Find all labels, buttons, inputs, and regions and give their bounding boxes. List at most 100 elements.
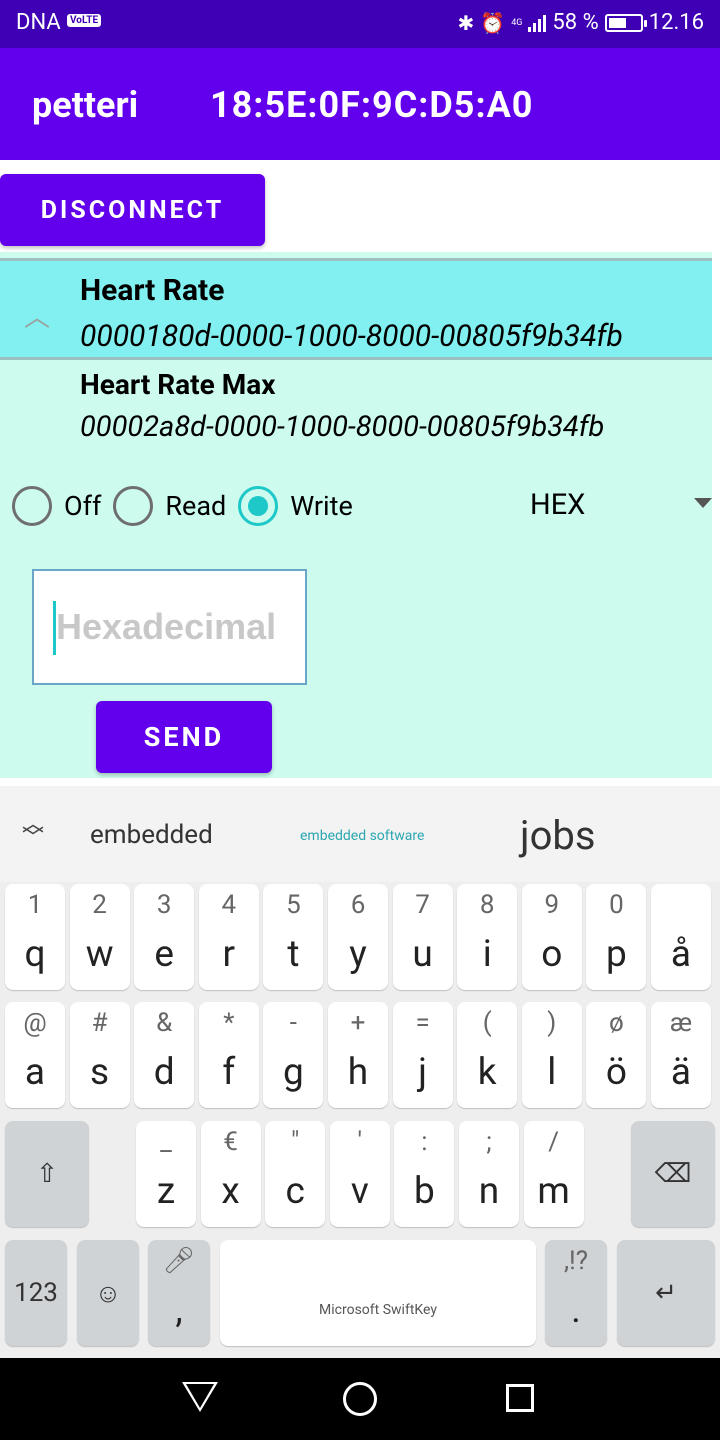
key-alt-label: = — [415, 1008, 430, 1038]
suggestion-item[interactable]: embedded software — [300, 828, 424, 844]
key-a[interactable]: @ a — [5, 1002, 65, 1108]
key-label: y — [349, 933, 367, 976]
dropdown-arrow-icon[interactable] — [694, 498, 712, 508]
hex-value-field[interactable] — [32, 569, 307, 685]
key-alt-label: 8 — [479, 890, 495, 920]
back-icon[interactable] — [182, 1382, 218, 1412]
chevron-up-icon[interactable]: ︿ — [24, 297, 50, 334]
key-label: o — [541, 933, 563, 976]
service-name: Heart Rate — [80, 273, 225, 308]
clock: 12.16 — [648, 10, 704, 35]
key-å[interactable]: å — [651, 884, 711, 990]
key-label: c — [285, 1170, 305, 1213]
key-n[interactable]: ; n — [459, 1121, 519, 1227]
key-alt-label: * — [223, 1008, 235, 1038]
characteristic-name: Heart Rate Max — [80, 368, 276, 401]
enter-icon: ↵ — [655, 1278, 677, 1308]
key-alt-label: 9 — [544, 890, 560, 920]
expand-toolbar-icon[interactable]: ︿ ﹀ — [22, 814, 44, 850]
key-alt-label: & — [156, 1008, 173, 1038]
gatt-panel: ︿ Heart Rate 0000180d-0000-1000-8000-008… — [0, 252, 712, 778]
key-label: m — [537, 1170, 570, 1213]
key-m[interactable]: / m — [523, 1121, 584, 1227]
key-h[interactable]: + h — [328, 1002, 388, 1108]
radio-write[interactable]: Write — [238, 486, 353, 526]
key-x[interactable]: € x — [200, 1121, 261, 1227]
key-ö[interactable]: øö — [586, 1002, 647, 1108]
key-alt-label: ; — [486, 1127, 492, 1157]
space-key[interactable]: Microsoft SwiftKey — [220, 1240, 536, 1346]
key-alt-label: 5 — [286, 890, 301, 920]
alarm-icon: ⏰ — [480, 10, 506, 35]
text-cursor — [53, 601, 56, 655]
key-label: r — [222, 933, 236, 976]
disconnect-button[interactable]: DISCONNECT — [0, 174, 265, 246]
key-label: x — [221, 1170, 240, 1213]
key-alt-label: æ — [670, 1008, 692, 1038]
key-o[interactable]: 9o — [521, 884, 582, 990]
hex-value-input[interactable] — [34, 571, 305, 683]
key-label: v — [350, 1170, 369, 1213]
service-header[interactable]: ︿ Heart Rate 0000180d-0000-1000-8000-008… — [0, 258, 712, 360]
key-w[interactable]: 2w — [69, 884, 130, 990]
key-alt-label: 3 — [156, 890, 172, 920]
format-select[interactable]: HEX — [530, 488, 712, 528]
key-alt-label: # — [91, 1008, 108, 1038]
key-label: s — [90, 1051, 110, 1094]
mode-radio-group: Off Read Write — [12, 484, 365, 528]
key-i[interactable]: 8i — [457, 884, 518, 990]
characteristic-uuid: 00002a8d-0000-1000-8000-00805f9b34fb — [80, 410, 605, 444]
key-g[interactable]: -g — [263, 1002, 324, 1108]
key-label: ö — [605, 1051, 627, 1094]
key-r[interactable]: 4r — [198, 884, 259, 990]
key-u[interactable]: 7u — [392, 884, 453, 990]
key-label: j — [418, 1051, 428, 1094]
battery-icon — [604, 13, 647, 32]
send-button[interactable]: SEND — [96, 701, 272, 773]
key-z[interactable]: _ z — [136, 1121, 196, 1227]
key-alt-label: ) — [547, 1008, 557, 1038]
radio-button-icon[interactable] — [12, 486, 52, 526]
suggestion-item[interactable]: embedded — [90, 820, 213, 850]
key-s[interactable]: # s — [69, 1002, 130, 1108]
key-v[interactable]: ' v — [329, 1121, 390, 1227]
radio-button-icon[interactable] — [238, 486, 279, 526]
radio-read[interactable]: Read — [113, 486, 226, 526]
key-alt-label: 7 — [415, 890, 430, 920]
numbers-key[interactable]: 123 — [5, 1240, 67, 1346]
key-l[interactable]: ) l — [521, 1002, 582, 1108]
volte-badge: VoLTE — [67, 14, 102, 27]
key-c[interactable]: " c — [265, 1121, 326, 1227]
key-label: t — [287, 933, 300, 976]
key-d[interactable]: & d — [134, 1002, 195, 1108]
key-q[interactable]: 1q — [5, 884, 65, 990]
key-b[interactable]: :b — [394, 1121, 455, 1227]
key-e[interactable]: 3e — [134, 884, 195, 990]
suggestion-item[interactable]: jobs — [520, 812, 596, 859]
key-y[interactable]: 6y — [328, 884, 388, 990]
enter-key[interactable]: ↵ — [617, 1240, 715, 1346]
key-t[interactable]: 5t — [263, 884, 324, 990]
key-j[interactable]: = j — [392, 1002, 453, 1108]
home-icon[interactable] — [343, 1382, 377, 1416]
key-ä[interactable]: æä — [651, 1002, 711, 1108]
shift-key[interactable]: ⇧ — [5, 1121, 89, 1227]
key-f[interactable]: * f — [198, 1002, 259, 1108]
key-alt-label: @ — [23, 1008, 47, 1038]
radio-off[interactable]: Off — [12, 486, 101, 526]
backspace-key[interactable]: ⌫ — [631, 1121, 715, 1227]
recent-apps-icon[interactable] — [506, 1384, 534, 1412]
key-k[interactable]: (k — [457, 1002, 518, 1108]
key-p[interactable]: 0p — [586, 884, 647, 990]
service-uuid: 0000180d-0000-1000-8000-00805f9b34fb — [80, 319, 623, 354]
suggestion-bar: ︿ ﹀ embedded embedded software jobs — [0, 786, 720, 882]
emoji-key[interactable]: ☺ — [77, 1240, 139, 1346]
period-key[interactable]: ,!? . — [545, 1240, 607, 1346]
status-icons: ✱ ⏰ 4G 58 % 12.16 — [458, 10, 704, 35]
radio-button-icon[interactable] — [113, 486, 154, 526]
key-alt-label: 1 — [27, 890, 43, 920]
comma-key[interactable]: 🎤︎ , — [148, 1240, 210, 1346]
navigation-bar — [0, 1358, 720, 1440]
key-label: p — [606, 933, 627, 976]
key-alt-label: + — [350, 1008, 366, 1038]
